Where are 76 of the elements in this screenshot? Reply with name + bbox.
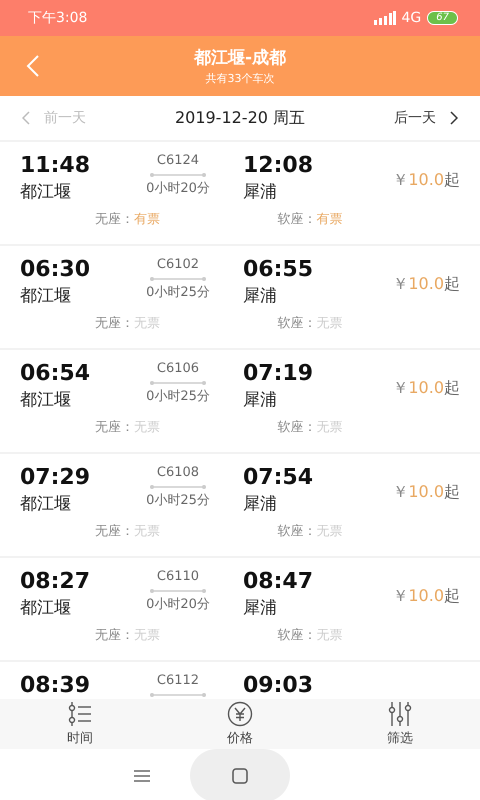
arrival-time: 07:54	[243, 464, 314, 492]
status-time: 下午3:08	[28, 9, 88, 27]
trip-duration: 0小时25分	[146, 284, 210, 302]
departure-station: 都江堰	[20, 285, 72, 308]
ticket-price: ￥10.0起	[392, 586, 460, 607]
sort-tab[interactable]: 时间	[40, 699, 120, 749]
train-number: C6108	[156, 464, 200, 482]
train-number: C6112	[156, 672, 200, 690]
seat-type: 软座：	[278, 627, 316, 644]
departure-station: 都江堰	[20, 493, 72, 516]
seat-type: 软座：	[278, 419, 316, 436]
arrival-time: 09:03	[243, 672, 314, 699]
square-icon	[232, 768, 248, 784]
departure-time: 08:27	[20, 568, 92, 596]
arrival-time: 07:19	[243, 360, 314, 388]
departure-time: 11:48	[20, 152, 92, 180]
seat-type: 软座：	[278, 211, 316, 228]
ticket-availability: 有票	[134, 211, 160, 228]
arrival-time: 08:47	[243, 568, 314, 596]
menu-icon[interactable]	[134, 769, 150, 783]
arrival-station: 犀浦	[243, 181, 278, 204]
arrival-time: 12:08	[243, 152, 314, 180]
departure-time: 07:29	[20, 464, 92, 492]
arrival-station: 犀浦	[243, 597, 278, 620]
departure-time: 08:39	[20, 672, 92, 699]
departure-station: 都江堰	[20, 181, 72, 204]
departure-time: 06:30	[20, 256, 92, 284]
train-number: C6110	[156, 568, 200, 586]
ticket-availability: 有票	[316, 211, 342, 228]
train-row[interactable]: 11:48 都江堰 C6124 0小时20分 12:08 犀浦 ￥10.0起 无座：有票 软座：有票	[0, 142, 480, 244]
train-row[interactable]: 08:39 C6112 09:03	[0, 662, 480, 699]
route-line-icon	[150, 589, 206, 593]
trip-duration: 0小时20分	[146, 180, 210, 198]
arrival-time: 06:55	[243, 256, 314, 284]
train-number: C6106	[156, 360, 200, 378]
current-date: 2019-12-20 周五	[174, 108, 306, 128]
train-count: 共有33个车次	[206, 71, 274, 86]
seat-type: 无座：	[95, 315, 134, 332]
chevron-right-icon	[450, 111, 458, 125]
arrival-station: 犀浦	[243, 285, 278, 308]
ticket-price: ￥10.0起	[392, 274, 460, 295]
seat-type: 无座：	[95, 419, 134, 436]
sort-tab[interactable]: 价格	[200, 699, 280, 749]
trip-duration: 0小时25分	[146, 388, 210, 406]
seat-type: 无座：	[95, 627, 134, 644]
route-line-icon	[150, 381, 206, 385]
battery-indicator: 67	[427, 11, 458, 25]
seat-type: 无座：	[95, 523, 134, 540]
ticket-price: ￥10.0起	[392, 170, 460, 191]
ticket-price: ￥10.0起	[392, 378, 460, 399]
departure-station: 都江堰	[20, 389, 72, 412]
seat-type: 无座：	[95, 211, 134, 228]
network-label: 4G	[402, 10, 422, 26]
departure-time: 06:54	[20, 360, 92, 388]
yen-icon	[227, 701, 253, 727]
route-line-icon	[150, 173, 206, 177]
departure-station: 都江堰	[20, 597, 72, 620]
trip-duration: 0小时20分	[146, 596, 210, 614]
sort-tab[interactable]: 筛选	[360, 699, 440, 749]
seat-type: 软座：	[278, 315, 316, 332]
back-icon[interactable]	[26, 54, 40, 78]
route-title: 都江堰-成都	[194, 47, 286, 69]
ticket-price: ￥10.0起	[392, 482, 460, 503]
chevron-left-icon	[22, 111, 30, 125]
home-button[interactable]	[190, 749, 290, 800]
arrival-station: 犀浦	[243, 493, 278, 516]
seat-type: 软座：	[278, 523, 316, 540]
route-line-icon	[150, 693, 206, 697]
route-line-icon	[150, 277, 206, 281]
arrival-station: 犀浦	[243, 389, 278, 412]
next-day-button[interactable]: 后一天	[394, 109, 458, 127]
train-number: C6102	[156, 256, 200, 274]
route-line-icon	[150, 485, 206, 489]
train-number: C6124	[156, 152, 200, 170]
trip-duration: 0小时25分	[146, 492, 210, 510]
signal-icon	[374, 11, 396, 25]
